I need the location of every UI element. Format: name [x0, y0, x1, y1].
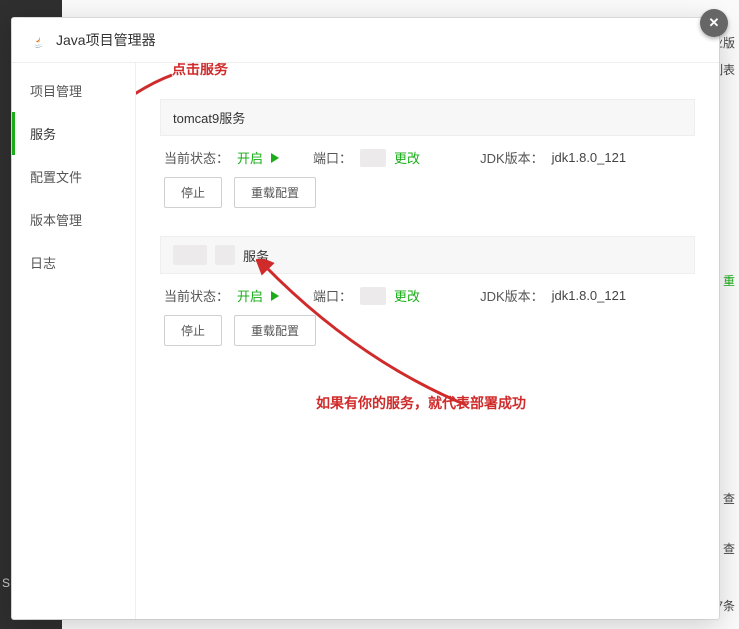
modal-title: Java项目管理器 — [56, 30, 156, 50]
service-button-row: 停止 重载配置 — [160, 177, 695, 208]
modal-header: Java项目管理器 — [12, 18, 719, 63]
sidebar-item-project[interactable]: 项目管理 — [12, 69, 135, 112]
sidebar: 项目管理 服务 配置文件 版本管理 日志 — [12, 63, 136, 619]
jdk-value: jdk1.8.0_121 — [552, 288, 626, 303]
sidebar-item-version[interactable]: 版本管理 — [12, 198, 135, 241]
port-change-link[interactable]: 更改 — [394, 148, 420, 167]
annotation-deploy-success: 如果有你的服务，就代表部署成功 — [316, 393, 526, 413]
sidebar-item-label: 版本管理 — [30, 213, 82, 228]
running-icon — [271, 291, 279, 301]
sidebar-item-label: 日志 — [30, 256, 56, 271]
service-status-row: 当前状态： 开启 端口： 更改 JDK版本： jdk1.8.0_121 — [160, 136, 695, 177]
status-value: 开启 — [237, 286, 263, 305]
bg-text-green: 重 — [723, 272, 735, 289]
status-label: 当前状态： — [164, 286, 229, 305]
status-label: 当前状态： — [164, 148, 229, 167]
service-name: 服务 — [243, 246, 269, 265]
service-card: 服务 当前状态： 开启 端口： 更改 JDK版本： jdk1.8.0_121 停… — [160, 236, 695, 346]
jdk-label: JDK版本： — [480, 148, 544, 167]
service-card: tomcat9服务 当前状态： 开启 端口： 更改 JDK版本： jdk1.8.… — [160, 99, 695, 208]
jdk-label: JDK版本： — [480, 286, 544, 305]
service-name-bar: tomcat9服务 — [160, 99, 695, 136]
service-status-row: 当前状态： 开启 端口： 更改 JDK版本： jdk1.8.0_121 — [160, 274, 695, 315]
annotation-click-service: 点击服务 — [172, 63, 228, 79]
service-button-row: 停止 重载配置 — [160, 315, 695, 346]
service-name-blurred — [215, 245, 235, 265]
modal-body: 项目管理 服务 配置文件 版本管理 日志 点击服务 — [12, 63, 719, 619]
status-value: 开启 — [237, 148, 263, 167]
sidebar-item-logs[interactable]: 日志 — [12, 241, 135, 284]
port-change-link[interactable]: 更改 — [394, 286, 420, 305]
close-icon: ✕ — [709, 15, 720, 31]
java-project-manager-modal: Java项目管理器 ✕ 项目管理 服务 配置文件 版本管理 日志 点击服务 — [12, 18, 719, 619]
reload-config-button[interactable]: 重载配置 — [234, 315, 316, 346]
service-name-blurred — [173, 245, 207, 265]
sidebar-item-service[interactable]: 服务 — [12, 112, 135, 155]
content-area: 点击服务 tomcat9服务 当前状态： 开启 端口： 更改 — [136, 63, 719, 619]
reload-config-button[interactable]: 重载配置 — [234, 177, 316, 208]
service-name: tomcat9服务 — [173, 108, 245, 127]
service-name-bar: 服务 — [160, 236, 695, 274]
stop-button[interactable]: 停止 — [164, 177, 222, 208]
running-icon — [271, 153, 279, 163]
stop-button[interactable]: 停止 — [164, 315, 222, 346]
bg-text-cha1: 查 — [723, 490, 735, 507]
close-button[interactable]: ✕ — [700, 9, 728, 37]
port-value-blurred — [360, 149, 386, 167]
bg-text-cha2: 查 — [723, 540, 735, 557]
bg-text-s: S — [2, 576, 10, 590]
port-label: 端口： — [313, 148, 352, 167]
java-icon — [30, 31, 48, 49]
sidebar-item-label: 服务 — [30, 127, 56, 142]
sidebar-item-config[interactable]: 配置文件 — [12, 155, 135, 198]
port-label: 端口： — [313, 286, 352, 305]
sidebar-item-label: 配置文件 — [30, 170, 82, 185]
jdk-value: jdk1.8.0_121 — [552, 150, 626, 165]
sidebar-item-label: 项目管理 — [30, 84, 82, 99]
port-value-blurred — [360, 287, 386, 305]
